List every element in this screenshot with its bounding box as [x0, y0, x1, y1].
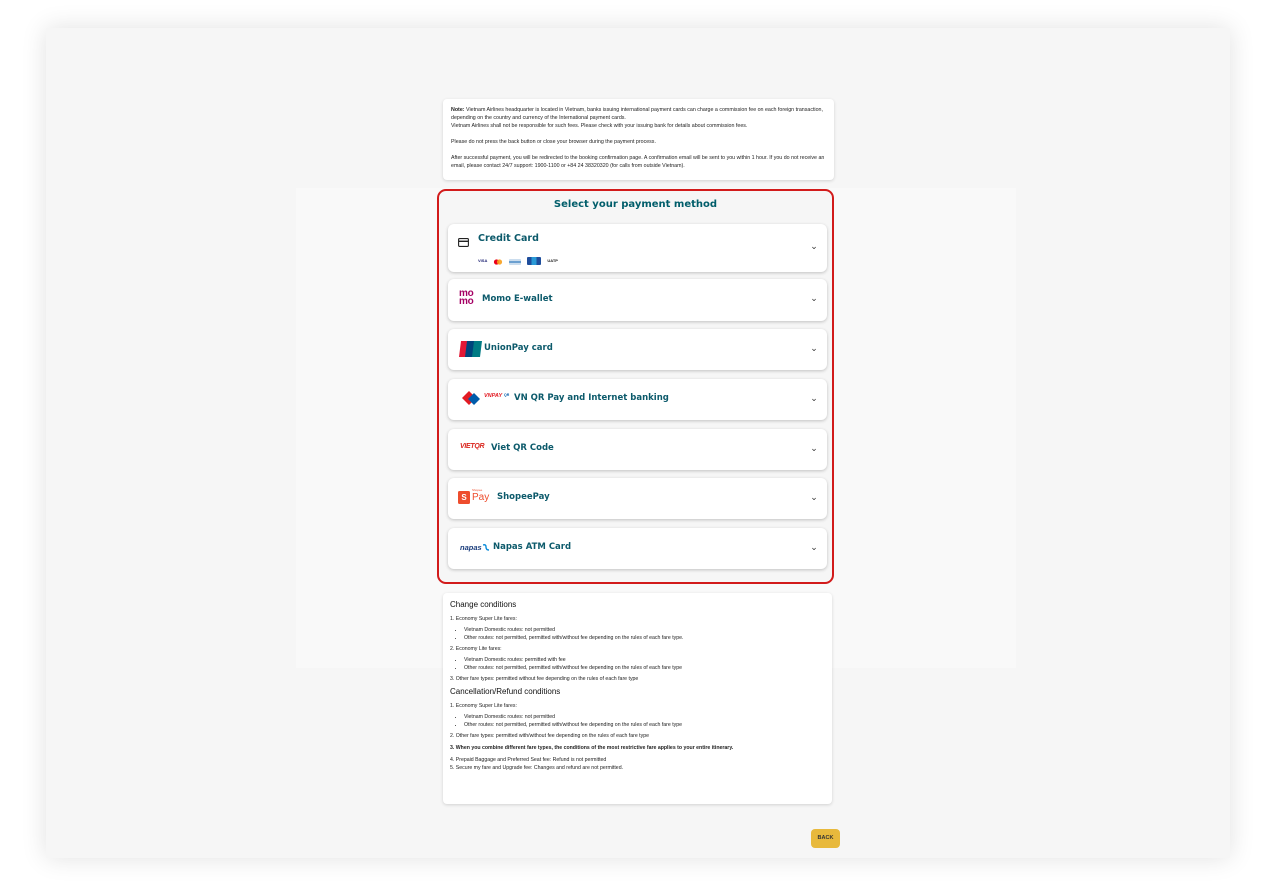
condition-list: Vietnam Domestic routes: permitted with … [450, 656, 825, 672]
payment-method-credit-card[interactable]: Credit Card VISA UATP ⌄ [448, 224, 827, 272]
note-line-4: After successful payment, you will be re… [451, 155, 825, 169]
condition-list: Vietnam Domestic routes: not permitted O… [450, 626, 825, 642]
amex-logo [509, 252, 522, 270]
payment-method-shopeepay[interactable]: S Shopee Pay ShopeePay ⌄ [448, 478, 827, 519]
condition-item: Other routes: not permitted, permitted w… [464, 721, 825, 729]
method-label: Napas ATM Card [493, 542, 572, 552]
condition-item: Other routes: not permitted, permitted w… [464, 664, 825, 672]
condition-item: Vietnam Domestic routes: not permitted [464, 713, 825, 721]
vnpay-wordmark: VNPAY [484, 393, 503, 399]
method-label: ShopeePay [497, 492, 550, 502]
chevron-down-icon: ⌄ [810, 443, 818, 453]
condition-item: 2. Other fare types: permitted with/with… [450, 733, 649, 739]
momo-logo: mo mo [459, 288, 474, 307]
payment-note: Note: Vietnam Airlines headquarter is lo… [443, 99, 834, 180]
condition-item: 5. Secure my fare and Upgrade fee: Chang… [450, 765, 624, 771]
condition-item: 1. Economy Super Lite fares: [450, 616, 517, 622]
condition-item: 2. Economy Lite fares: [450, 646, 502, 652]
mastercard-logo [493, 252, 503, 270]
condition-item: Vietnam Domestic routes: permitted with … [464, 656, 825, 664]
payment-method-napas[interactable]: napas Napas ATM Card ⌄ [448, 528, 827, 569]
vnpay-qr-mark: QR [504, 393, 510, 397]
condition-list: Vietnam Domestic routes: not permitted O… [450, 713, 825, 729]
condition-item: 1. Economy Super Lite fares: [450, 703, 517, 709]
chevron-down-icon: ⌄ [810, 492, 818, 502]
napas-logo: napas [460, 543, 489, 552]
note-line-2: Vietnam Airlines shall not be responsibl… [451, 123, 748, 129]
credit-card-icon [458, 234, 469, 252]
method-label: UnionPay card [484, 343, 553, 353]
change-conditions-title: Change conditions [450, 600, 517, 609]
condition-item: 3. Other fare types: permitted without f… [450, 676, 639, 682]
payment-method-vietqr[interactable]: VIETQR Viet QR Code ⌄ [448, 429, 827, 470]
cancellation-conditions-title: Cancellation/Refund conditions [450, 687, 561, 696]
chevron-down-icon: ⌄ [810, 542, 818, 552]
condition-item: 3. When you combine different fare types… [450, 745, 734, 751]
payment-method-vnpay[interactable]: VNPAY QR VN QR Pay and Internet banking … [448, 379, 827, 420]
condition-item: Vietnam Domestic routes: not permitted [464, 626, 825, 634]
chevron-down-icon: ⌄ [810, 393, 818, 403]
chevron-down-icon: ⌄ [810, 241, 818, 251]
unionpay-logo [459, 341, 482, 362]
note-line-3: Please do not press the back button or c… [451, 139, 656, 145]
chevron-down-icon: ⌄ [810, 293, 818, 303]
vnpay-logo [462, 391, 482, 412]
card-brand-logos: VISA UATP [478, 252, 558, 270]
method-label: Viet QR Code [491, 443, 554, 453]
vietqr-logo: VIETQR [460, 443, 485, 450]
method-label: Credit Card [478, 233, 539, 244]
jcb-logo [527, 252, 542, 270]
uatp-logo: UATP [547, 258, 558, 263]
method-label: VN QR Pay and Internet banking [514, 393, 669, 403]
fare-conditions: Change conditions 1. Economy Super Lite … [443, 593, 832, 804]
method-label: Momo E-wallet [482, 294, 553, 304]
payment-method-momo[interactable]: mo mo Momo E-wallet ⌄ [448, 279, 827, 321]
condition-item: 4. Prepaid Baggage and Preferred Seat fe… [450, 757, 607, 763]
payment-method-panel: Select your payment method Credit Card V… [437, 189, 834, 584]
condition-item: Other routes: not permitted, permitted w… [464, 634, 825, 642]
visa-logo: VISA [478, 258, 488, 263]
payment-method-title: Select your payment method [553, 199, 718, 210]
back-button[interactable]: BACK [811, 829, 840, 848]
payment-method-unionpay[interactable]: UnionPay card ⌄ [448, 329, 827, 370]
note-line-1: Vietnam Airlines headquarter is located … [451, 107, 823, 121]
chevron-down-icon: ⌄ [810, 343, 818, 353]
note-prefix: Note: [451, 107, 465, 113]
